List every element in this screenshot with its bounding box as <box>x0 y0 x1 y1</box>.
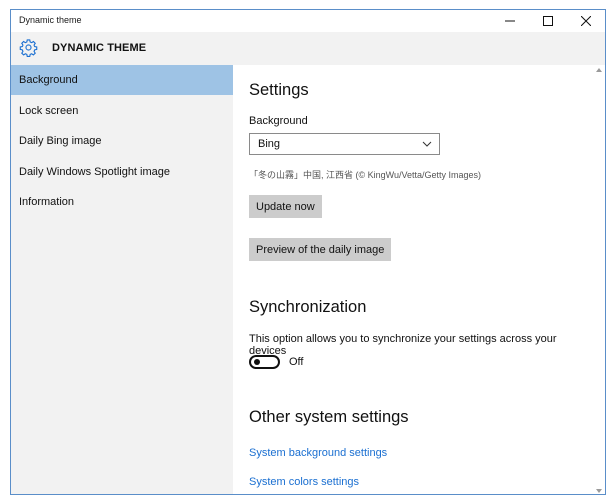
other-system-settings-heading: Other system settings <box>249 408 409 426</box>
sidebar-item-information[interactable]: Information <box>11 187 233 217</box>
sidebar: Background Lock screen Daily Bing image … <box>11 65 233 494</box>
sidebar-item-lock-screen[interactable]: Lock screen <box>11 96 233 126</box>
preview-daily-image-button[interactable]: Preview of the daily image <box>249 238 392 261</box>
synchronization-description: This option allows you to synchronize yo… <box>249 333 557 357</box>
settings-heading: Settings <box>249 81 309 99</box>
preview-daily-image-label: Preview of the daily image <box>256 243 385 256</box>
scroll-up-arrow-icon[interactable] <box>596 68 602 72</box>
sidebar-item-daily-windows-spotlight-image[interactable]: Daily Windows Spotlight image <box>11 157 233 187</box>
maximize-button[interactable] <box>529 10 567 32</box>
synchronization-toggle[interactable] <box>249 355 280 369</box>
sidebar-item-label: Daily Bing image <box>19 135 102 147</box>
app-title: DYNAMIC THEME <box>52 42 147 54</box>
sidebar-item-background[interactable]: Background <box>11 65 233 95</box>
background-select[interactable]: Bing <box>249 133 440 155</box>
sidebar-item-label: Background <box>19 74 78 86</box>
vertical-scrollbar[interactable] <box>593 65 605 494</box>
chevron-down-icon <box>422 141 432 147</box>
image-caption: 「冬の山霧」中国, 江西省 (© KingWu/Vetta/Getty Imag… <box>249 170 482 180</box>
maximize-icon <box>543 16 553 26</box>
close-button[interactable] <box>567 10 605 32</box>
minimize-button[interactable] <box>491 10 529 32</box>
title-bar[interactable]: Dynamic theme <box>11 10 605 32</box>
background-select-value: Bing <box>258 138 281 150</box>
system-colors-settings-link[interactable]: System colors settings <box>249 476 359 488</box>
minimize-icon <box>505 20 515 22</box>
scroll-down-arrow-icon[interactable] <box>596 489 602 493</box>
sidebar-item-daily-bing-image[interactable]: Daily Bing image <box>11 126 233 156</box>
window-title: Dynamic theme <box>19 15 82 25</box>
close-icon <box>581 16 591 26</box>
update-now-label: Update now <box>256 200 315 213</box>
settings-pane: Settings Background Bing 「冬の山霧」中国, 江西省 (… <box>233 65 595 494</box>
app-window: Dynamic theme DYNAMIC THEME Background L… <box>10 9 606 495</box>
toggle-knob <box>254 359 260 365</box>
sidebar-item-label: Daily Windows Spotlight image <box>19 166 171 178</box>
app-header: DYNAMIC THEME <box>11 32 605 65</box>
update-now-button[interactable]: Update now <box>249 195 322 218</box>
sidebar-item-label: Lock screen <box>19 105 79 117</box>
sidebar-item-label: Information <box>19 196 75 208</box>
gear-icon[interactable] <box>19 38 38 57</box>
system-background-settings-link[interactable]: System background settings <box>249 447 387 459</box>
background-label: Background <box>249 115 308 127</box>
synchronization-toggle-state: Off <box>289 356 304 368</box>
synchronization-heading: Synchronization <box>249 298 367 316</box>
